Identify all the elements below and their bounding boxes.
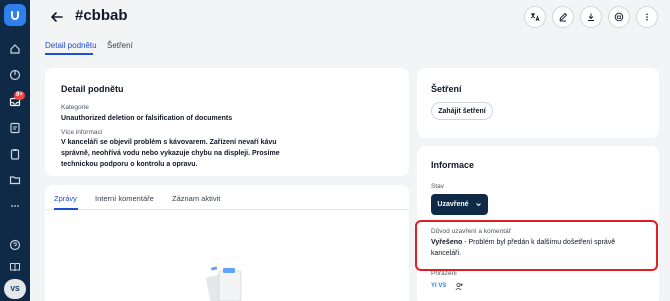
chevron-down-icon bbox=[475, 203, 481, 207]
book-icon[interactable] bbox=[8, 260, 22, 274]
page-header: #cbbab Detail podnětu Šetření bbox=[30, 0, 670, 62]
investigation-card: Šetření Zahájit šetření bbox=[417, 68, 659, 138]
active-subtab-indicator bbox=[54, 208, 78, 210]
tab-investigation[interactable]: Šetření bbox=[107, 41, 133, 50]
translate-icon bbox=[530, 13, 540, 22]
more-info-value: V kanceláři se objevil problém s kávovar… bbox=[61, 139, 280, 168]
translate-button[interactable] bbox=[524, 6, 546, 28]
tabs-divider bbox=[45, 209, 409, 210]
subtab-activity-log[interactable]: Záznam aktivit bbox=[172, 194, 220, 203]
reports-icon[interactable] bbox=[8, 121, 22, 135]
edit-button[interactable] bbox=[552, 6, 574, 28]
subtab-internal-comments[interactable]: Interní komentáře bbox=[95, 194, 154, 203]
category-value: Unauthorized deletion or falsification o… bbox=[61, 115, 233, 122]
start-investigation-button[interactable]: Zahájit šetření bbox=[431, 102, 493, 120]
notification-badge: 9+ bbox=[14, 91, 25, 100]
detail-card-title: Detail podnětu bbox=[61, 84, 124, 94]
edit-icon bbox=[559, 12, 568, 22]
more-vertical-icon bbox=[646, 13, 648, 21]
state-dropdown[interactable]: Uzavřené bbox=[431, 194, 488, 215]
assignee-avatars[interactable]: YI VS bbox=[431, 283, 446, 289]
left-rail: 9+ VS bbox=[0, 0, 30, 301]
subtab-messages[interactable]: Zprávy bbox=[54, 194, 77, 203]
category-label: Kategorie bbox=[61, 104, 89, 111]
more-info-label: Více informací bbox=[61, 129, 103, 136]
download-button[interactable] bbox=[580, 6, 602, 28]
help-icon[interactable] bbox=[8, 238, 22, 252]
clipboard-icon[interactable] bbox=[8, 147, 22, 161]
home-icon[interactable] bbox=[8, 42, 22, 56]
download-icon bbox=[588, 13, 594, 21]
back-arrow-icon[interactable] bbox=[50, 10, 64, 24]
investigation-title: Šetření bbox=[431, 84, 462, 94]
add-assignee-icon[interactable] bbox=[455, 282, 464, 291]
state-value: Uzavřené bbox=[437, 201, 469, 208]
dashboard-icon[interactable] bbox=[8, 68, 22, 82]
more-icon[interactable] bbox=[8, 199, 22, 213]
state-label: Stav bbox=[431, 183, 445, 190]
print-icon bbox=[614, 12, 624, 22]
detail-card: Detail podnětu Kategorie Unauthorized de… bbox=[45, 68, 409, 176]
tab-detail[interactable]: Detail podnětu bbox=[45, 41, 97, 50]
app-logo[interactable] bbox=[4, 4, 26, 26]
folder-icon[interactable] bbox=[8, 173, 22, 187]
more-options-button[interactable] bbox=[636, 6, 658, 28]
user-avatar[interactable]: VS bbox=[4, 279, 26, 299]
information-title: Informace bbox=[431, 160, 475, 170]
assigned-label: Přiřazeni bbox=[431, 270, 457, 277]
active-tab-indicator bbox=[45, 53, 93, 55]
print-button[interactable] bbox=[608, 6, 630, 28]
page-title: #cbbab bbox=[75, 7, 128, 24]
empty-state-illustration bbox=[205, 266, 242, 301]
highlight-box bbox=[415, 220, 658, 271]
